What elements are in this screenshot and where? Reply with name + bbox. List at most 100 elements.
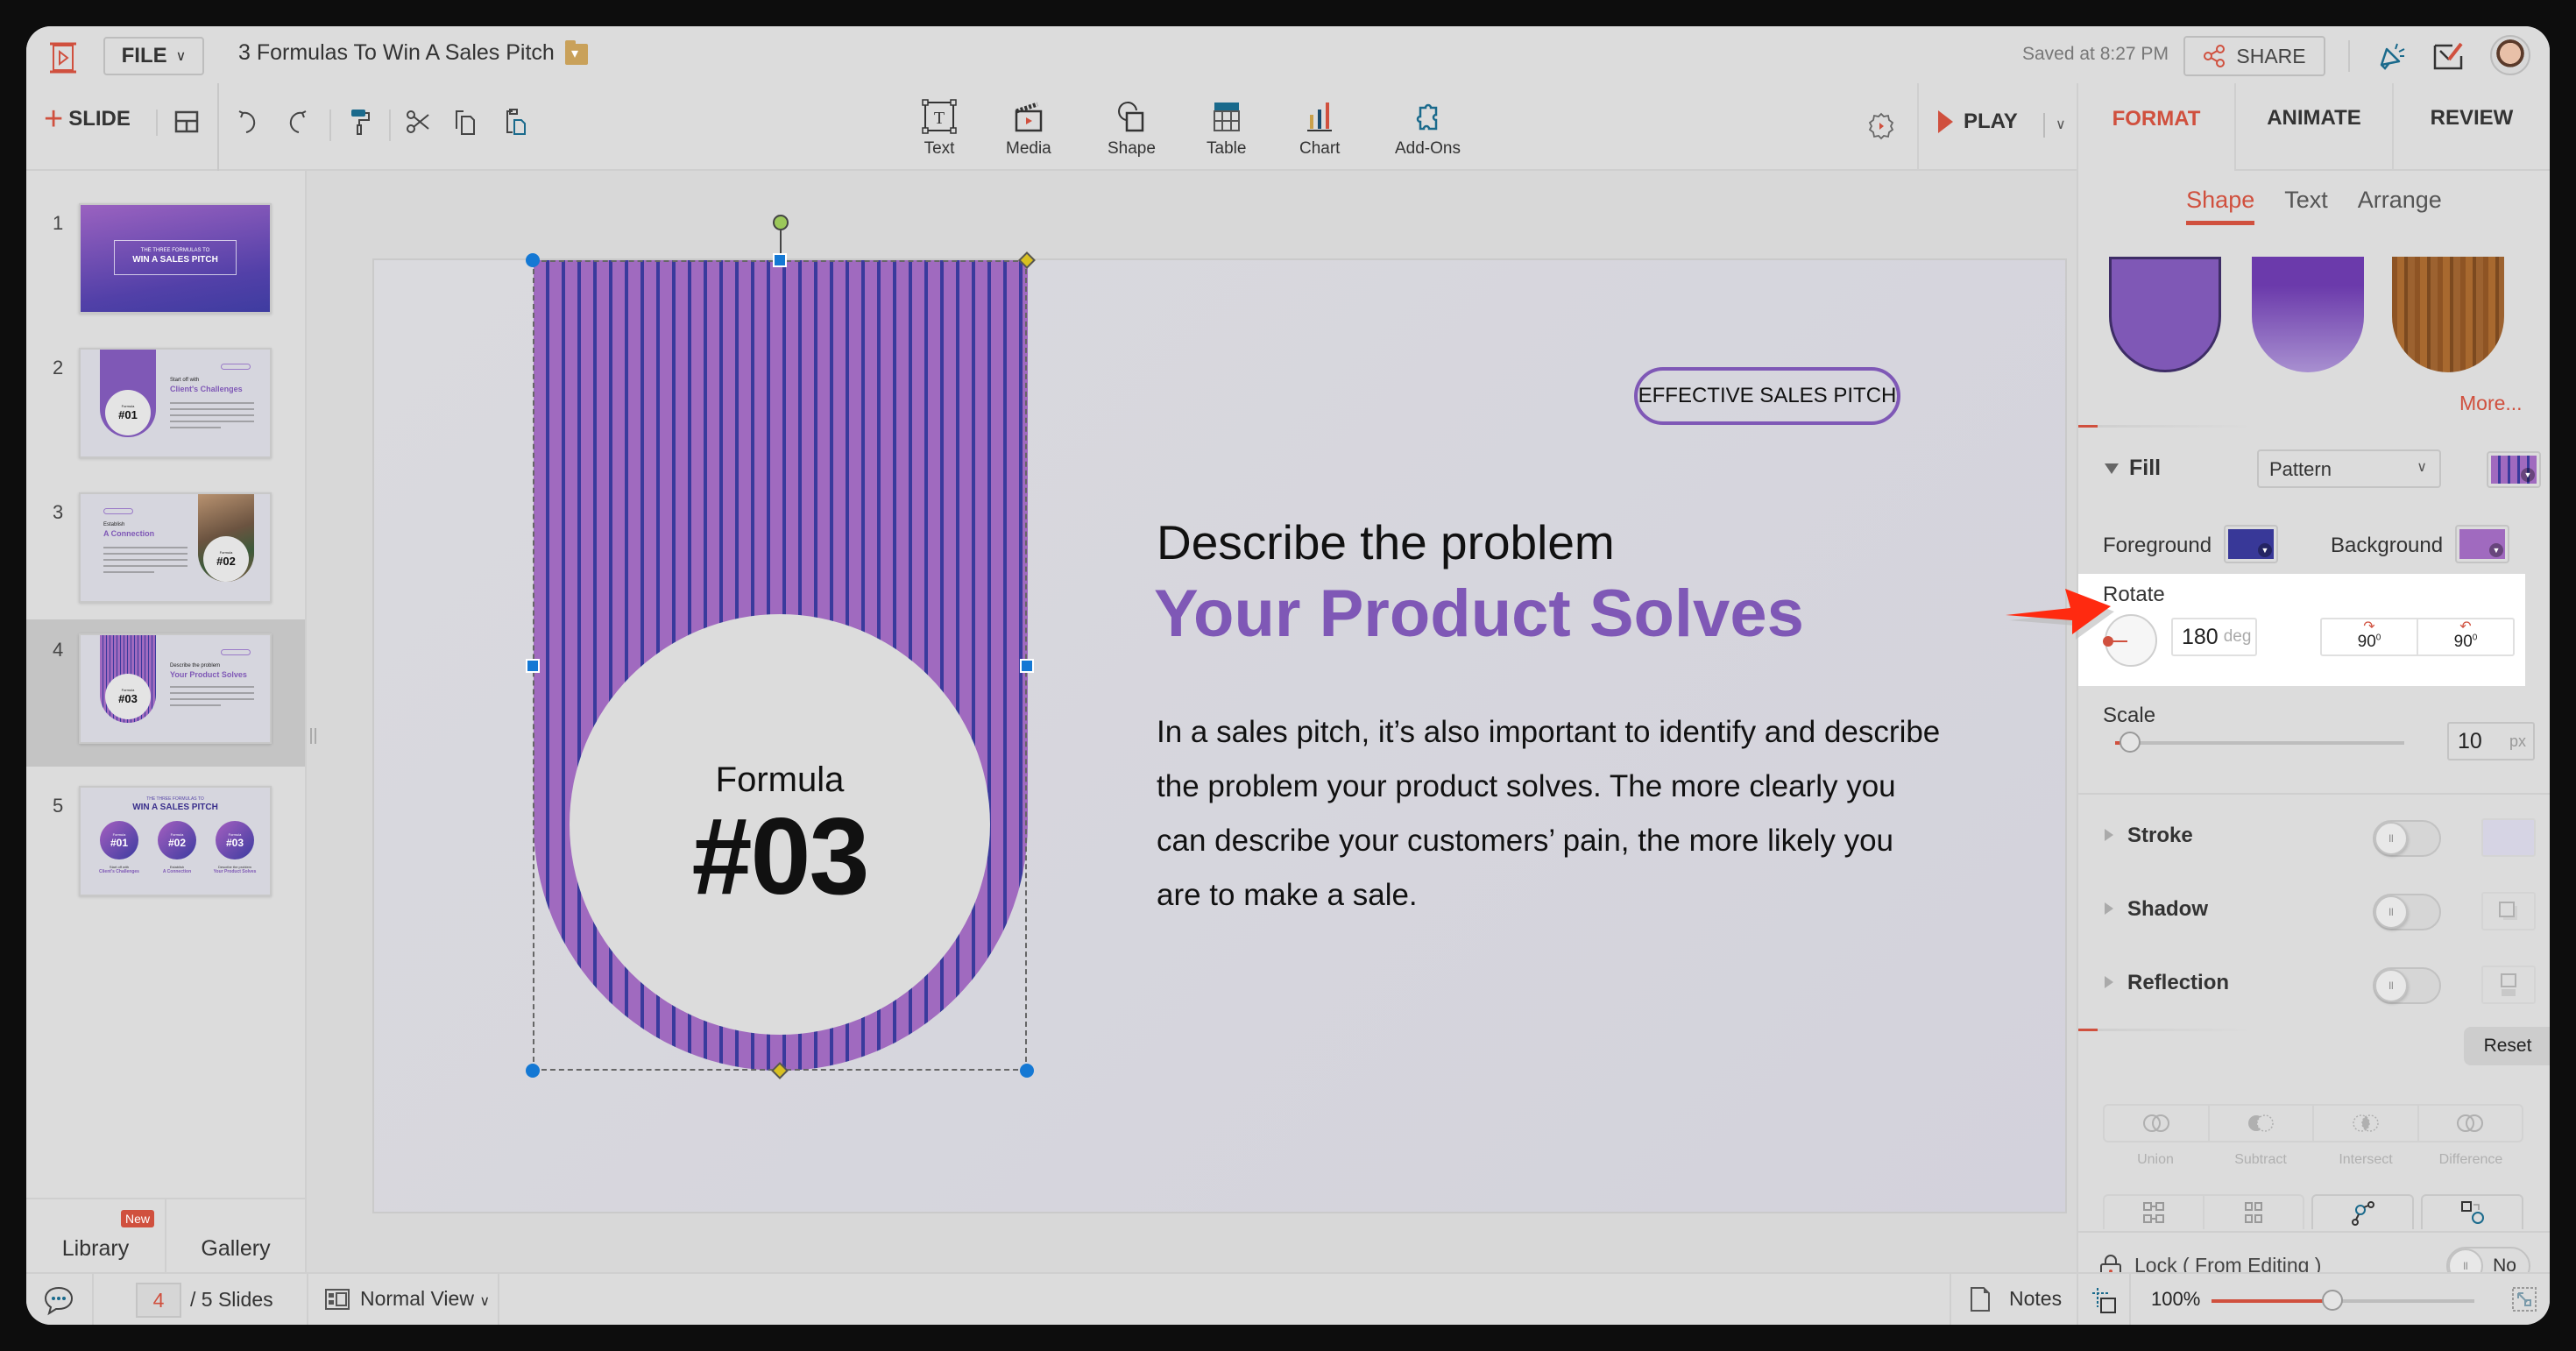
more-styles-link[interactable]: More... bbox=[2459, 392, 2523, 415]
zoom-slider-knob[interactable] bbox=[2322, 1290, 2343, 1311]
slide-heading[interactable]: Describe the problem bbox=[1157, 514, 1615, 570]
rotate-counterclockwise-button[interactable]: ↶ 900 bbox=[2417, 619, 2513, 654]
scale-slider[interactable] bbox=[2115, 732, 2404, 753]
slide-subheading[interactable]: Your Product Solves bbox=[1154, 576, 1804, 652]
play-button[interactable]: PLAY bbox=[1938, 110, 2018, 134]
resize-handle-top[interactable] bbox=[773, 253, 787, 267]
expand-triangle-icon[interactable] bbox=[2105, 976, 2113, 988]
change-shape-icon bbox=[2460, 1201, 2484, 1224]
folder-download-icon[interactable] bbox=[565, 40, 588, 65]
notes-button[interactable]: Notes bbox=[2009, 1287, 2062, 1311]
resize-handle-bottom-left[interactable] bbox=[526, 1064, 540, 1078]
show-logo-icon[interactable] bbox=[48, 42, 78, 74]
slideshow-settings-icon[interactable] bbox=[1866, 111, 1896, 141]
resize-handle-left[interactable] bbox=[526, 659, 540, 673]
play-options-dropdown[interactable]: ∨ bbox=[2043, 113, 2066, 138]
stroke-label: Stroke bbox=[2127, 824, 2193, 847]
document-title[interactable]: 3 Formulas To Win A Sales Pitch bbox=[238, 40, 555, 66]
fill-type-value: Pattern bbox=[2269, 458, 2332, 480]
scale-input[interactable]: 10 px bbox=[2447, 722, 2535, 760]
style-preset-gradient[interactable] bbox=[2252, 257, 2364, 372]
resize-handle-top-left[interactable] bbox=[526, 253, 540, 267]
shadow-style-picker[interactable] bbox=[2481, 892, 2536, 930]
foreground-color-picker[interactable]: ▼ bbox=[2224, 525, 2278, 563]
redo-button[interactable] bbox=[282, 105, 312, 138]
insert-table-button[interactable]: Table bbox=[1207, 99, 1246, 159]
style-preset-wood[interactable] bbox=[2392, 257, 2504, 372]
slide-thumbnail-3[interactable]: 3 Formula #02 Establish A Connection bbox=[26, 482, 305, 626]
copy-button[interactable] bbox=[450, 105, 480, 138]
union-button[interactable] bbox=[2105, 1106, 2208, 1141]
guides-icon[interactable] bbox=[2091, 1286, 2119, 1314]
slide-thumbnail-4[interactable]: 4 Formula #03 Describe the problem Your … bbox=[26, 619, 305, 767]
slide-4-editor[interactable]: Formula #03 EFFECTIVE SALES PITCH Descri… bbox=[374, 215, 2065, 1212]
zoom-slider[interactable] bbox=[2212, 1290, 2474, 1311]
resize-handle-bottom-right[interactable] bbox=[1020, 1064, 1034, 1078]
insert-chart-button[interactable]: Chart bbox=[1299, 99, 1340, 159]
change-shape-button[interactable] bbox=[2421, 1194, 2523, 1229]
fit-to-screen-icon[interactable] bbox=[2511, 1286, 2537, 1312]
ungroup-button[interactable] bbox=[2203, 1196, 2303, 1229]
layout-button[interactable] bbox=[172, 105, 202, 138]
subtab-text[interactable]: Text bbox=[2284, 187, 2328, 225]
style-preset-solid[interactable] bbox=[2109, 257, 2221, 372]
rotation-degree-input[interactable]: 180 deg bbox=[2171, 618, 2257, 656]
difference-button[interactable] bbox=[2417, 1106, 2523, 1141]
rotate-clockwise-button[interactable]: ↷ 900 bbox=[2322, 619, 2417, 654]
arrange-buttons bbox=[2103, 1194, 2523, 1229]
current-slide-input[interactable]: 4 bbox=[136, 1283, 181, 1318]
reflection-toggle[interactable]: ll bbox=[2373, 967, 2441, 1004]
paste-button[interactable] bbox=[499, 105, 529, 138]
tab-animate[interactable]: ANIMATE bbox=[2234, 83, 2392, 171]
collapse-triangle-icon[interactable] bbox=[2105, 463, 2119, 474]
insert-text-button[interactable]: T Text bbox=[922, 99, 957, 159]
chat-icon[interactable] bbox=[42, 1284, 75, 1316]
user-avatar[interactable] bbox=[2490, 35, 2530, 75]
subtract-button[interactable] bbox=[2207, 1106, 2313, 1141]
divider bbox=[2077, 1274, 2078, 1325]
slide-thumbnail-5[interactable]: 5 THE THREE FORMULAS TO WIN A SALES PITC… bbox=[26, 775, 305, 920]
rotation-handle[interactable] bbox=[773, 215, 789, 230]
tab-format[interactable]: FORMAT bbox=[2078, 83, 2234, 171]
slide-thumbnail-2[interactable]: 2 Formula #01 Start off with Client's Ch… bbox=[26, 337, 305, 482]
group-button[interactable] bbox=[2105, 1196, 2203, 1229]
slide-thumbnail-1[interactable]: 1 THE THREE FORMULAS TO WIN A SALES PITC… bbox=[26, 193, 305, 337]
reflection-style-picker[interactable] bbox=[2481, 966, 2536, 1004]
subtab-shape[interactable]: Shape bbox=[2186, 187, 2255, 225]
shadow-label: Shadow bbox=[2127, 897, 2209, 921]
stroke-toggle[interactable]: ll bbox=[2373, 820, 2441, 857]
feedback-icon[interactable] bbox=[2431, 39, 2466, 74]
reset-button[interactable]: Reset bbox=[2464, 1027, 2550, 1065]
expand-triangle-icon[interactable] bbox=[2105, 829, 2113, 841]
shadow-toggle[interactable]: ll bbox=[2373, 894, 2441, 930]
pattern-picker[interactable]: ▼ bbox=[2487, 451, 2541, 488]
share-button[interactable]: SHARE bbox=[2183, 36, 2325, 76]
expand-triangle-icon[interactable] bbox=[2105, 902, 2113, 915]
view-mode-select[interactable]: Normal View ∨ bbox=[360, 1287, 490, 1311]
slide-body-lines bbox=[170, 686, 254, 711]
add-slide-button[interactable]: + SLIDE bbox=[44, 103, 131, 136]
stroke-color-picker[interactable] bbox=[2481, 818, 2536, 857]
insert-media-button[interactable]: Media bbox=[1006, 99, 1051, 159]
subtab-arrange[interactable]: Arrange bbox=[2358, 187, 2442, 225]
insert-addons-button[interactable]: Add-Ons bbox=[1395, 99, 1461, 159]
intersect-button[interactable] bbox=[2312, 1106, 2417, 1141]
format-painter-button[interactable] bbox=[345, 105, 375, 138]
play-controls: PLAY ∨ bbox=[1917, 83, 2077, 171]
cut-button[interactable] bbox=[403, 105, 433, 138]
slide-body-text[interactable]: In a sales pitch, it’s also important to… bbox=[1157, 705, 1945, 923]
scale-slider-knob[interactable] bbox=[2119, 732, 2141, 753]
tab-review[interactable]: REVIEW bbox=[2392, 83, 2550, 171]
background-color-picker[interactable]: ▼ bbox=[2455, 525, 2509, 563]
notes-icon[interactable] bbox=[1970, 1286, 1991, 1312]
effective-sales-pitch-pill[interactable]: EFFECTIVE SALES PITCH bbox=[1634, 367, 1900, 425]
panel-resize-handle[interactable] bbox=[307, 723, 319, 749]
announcement-icon[interactable] bbox=[2374, 39, 2410, 74]
insert-shape-button[interactable]: Shape bbox=[1108, 99, 1156, 159]
undo-button[interactable] bbox=[233, 105, 263, 138]
connector-button[interactable] bbox=[2311, 1194, 2414, 1229]
insert-shape-label: Shape bbox=[1108, 139, 1156, 158]
file-menu-button[interactable]: FILE ∨ bbox=[103, 37, 204, 75]
fill-type-select[interactable]: Pattern ∨ bbox=[2257, 449, 2441, 488]
resize-handle-right[interactable] bbox=[1020, 659, 1034, 673]
